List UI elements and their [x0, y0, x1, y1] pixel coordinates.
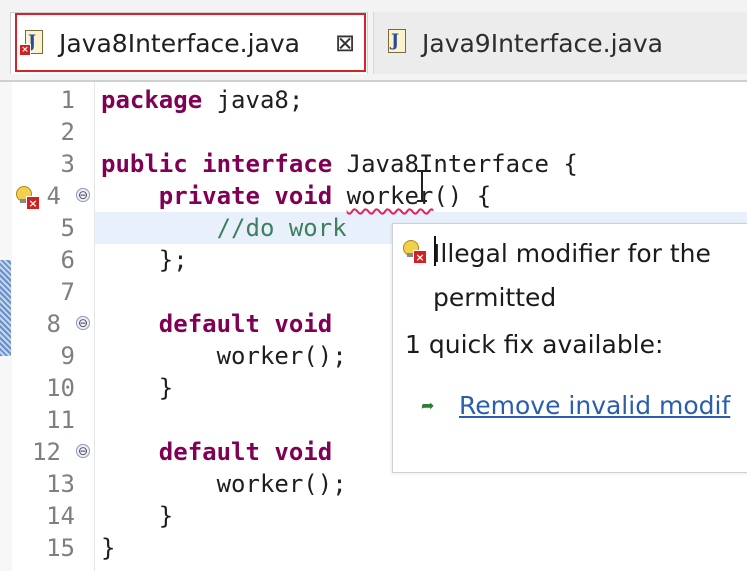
line-number: 9 — [60, 342, 75, 370]
code-text: worker(); — [101, 342, 347, 370]
code-line[interactable]: 2 — [0, 116, 747, 148]
quickfix-count-label: 1 quick fix available: — [405, 330, 664, 359]
quickfix-error-icon: × — [403, 240, 429, 266]
fold-collapse-icon[interactable]: ⊖ — [76, 444, 90, 458]
code-line[interactable]: 14 } — [0, 500, 747, 532]
line-number: 1 — [60, 86, 75, 114]
line-number: 5 — [60, 214, 75, 242]
line-number: 12 — [32, 438, 61, 466]
code-text: package java8; — [101, 86, 304, 114]
code-text: private void worker() { — [158, 182, 492, 210]
tab-java9interface[interactable]: J Java9Interface.java — [373, 12, 747, 74]
editor-tab-bar: J × Java8Interface.java ⊠ J Java9Interfac… — [0, 0, 747, 82]
problem-message-line: permitted — [433, 283, 557, 312]
fold-collapse-icon[interactable]: ⊖ — [76, 188, 90, 202]
line-number: 2 — [60, 118, 75, 146]
code-line[interactable]: 3 public interface Java8Interface { — [0, 148, 747, 180]
code-text: }; — [101, 246, 188, 274]
line-number: 13 — [46, 470, 75, 498]
code-text: } — [101, 374, 174, 402]
line-number: 4 — [46, 182, 61, 210]
text-caret — [434, 236, 436, 266]
problem-message-line: Illegal modifier for the — [433, 239, 711, 268]
code-text: } — [101, 534, 116, 562]
code-text: default void — [158, 438, 333, 466]
line-number: 15 — [46, 534, 75, 562]
line-number: 6 — [60, 246, 75, 274]
code-line[interactable]: 1 package java8; — [0, 84, 747, 116]
code-line[interactable]: 4 ⊖ private void worker() { — [0, 180, 747, 212]
line-number: 10 — [46, 374, 75, 402]
quickfix-hover-popup[interactable]: × Illegal modifier for the permitted 1 q… — [392, 223, 747, 473]
active-tab-highlight — [15, 13, 366, 72]
line-number: 3 — [60, 150, 75, 178]
java-file-icon: J — [386, 29, 408, 57]
quickfix-link[interactable]: Remove invalid modif — [459, 391, 730, 420]
fold-collapse-icon[interactable]: ⊖ — [76, 316, 90, 330]
code-text: default void — [158, 310, 333, 338]
code-text: worker(); — [101, 470, 347, 498]
quickfix-arrow-icon: ➦ — [421, 396, 435, 415]
line-number: 7 — [60, 278, 75, 306]
tab-label: Java9Interface.java — [422, 28, 663, 58]
code-text: public interface Java8Interface { — [101, 150, 578, 178]
quickfix-item-remove-invalid-modifier[interactable]: ➦ Remove invalid modif — [421, 388, 730, 422]
mouse-ibeam-cursor — [417, 170, 427, 202]
code-line[interactable]: 15 } — [0, 532, 747, 564]
problem-message: × Illegal modifier for the permitted — [393, 224, 747, 320]
code-comment: //do work — [101, 214, 347, 242]
line-number: 8 — [46, 310, 61, 338]
line-number: 14 — [46, 502, 75, 530]
code-text: } — [101, 502, 174, 530]
line-number: 11 — [46, 406, 75, 434]
